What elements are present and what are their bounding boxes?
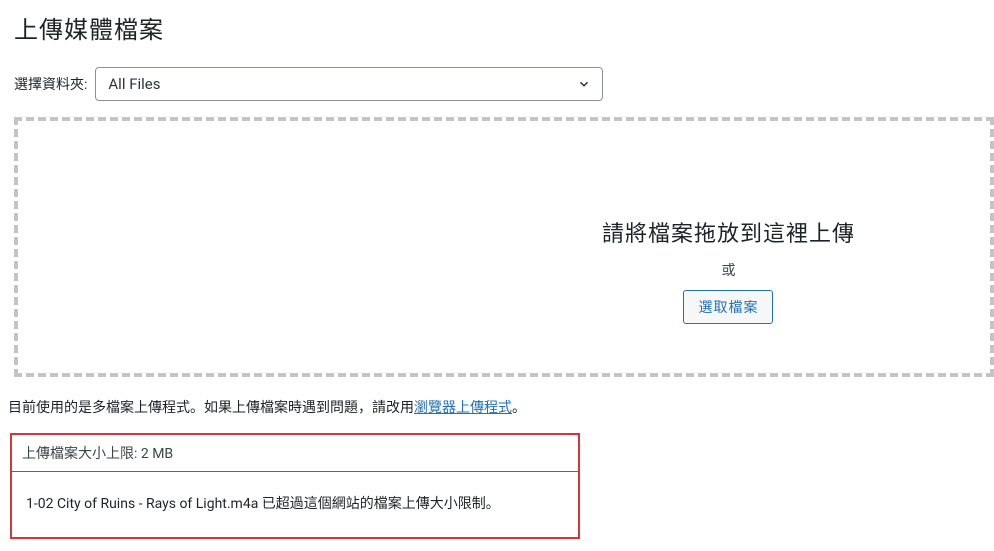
dropzone-or: 或	[602, 260, 855, 280]
error-filename: 1-02 City of Ruins - Rays of Light.m4a	[26, 496, 258, 512]
browser-uploader-link[interactable]: 瀏覽器上傳程式	[414, 400, 512, 416]
uploader-note-suffix: 。	[512, 400, 526, 416]
error-text: 已超過這個網站的檔案上傳大小限制。	[258, 496, 499, 512]
folder-select[interactable]: All Files	[95, 67, 603, 101]
dropzone-title: 請將檔案拖放到這裡上傳	[602, 216, 855, 248]
upload-limit-label: 上傳檔案大小上限: 2 MB	[12, 435, 578, 472]
uploader-note: 目前使用的是多檔案上傳程式。如果上傳檔案時遇到問題，請改用瀏覽器上傳程式。	[8, 397, 984, 417]
uploader-note-prefix: 目前使用的是多檔案上傳程式。如果上傳檔案時遇到問題，請改用	[8, 400, 414, 416]
chevron-down-icon	[576, 76, 592, 92]
folder-label: 選擇資料夾:	[14, 74, 87, 94]
upload-error-box: 上傳檔案大小上限: 2 MB 1-02 City of Ruins - Rays…	[10, 433, 580, 539]
select-files-button[interactable]: 選取檔案	[683, 290, 773, 324]
upload-dropzone[interactable]: 請將檔案拖放到這裡上傳 或 選取檔案	[14, 117, 994, 377]
folder-selector-row: 選擇資料夾: All Files	[14, 67, 984, 101]
folder-selected-value: All Files	[108, 75, 160, 93]
upload-error-message: 1-02 City of Ruins - Rays of Light.m4a 已…	[12, 472, 578, 537]
page-title: 上傳媒體檔案	[14, 10, 984, 45]
